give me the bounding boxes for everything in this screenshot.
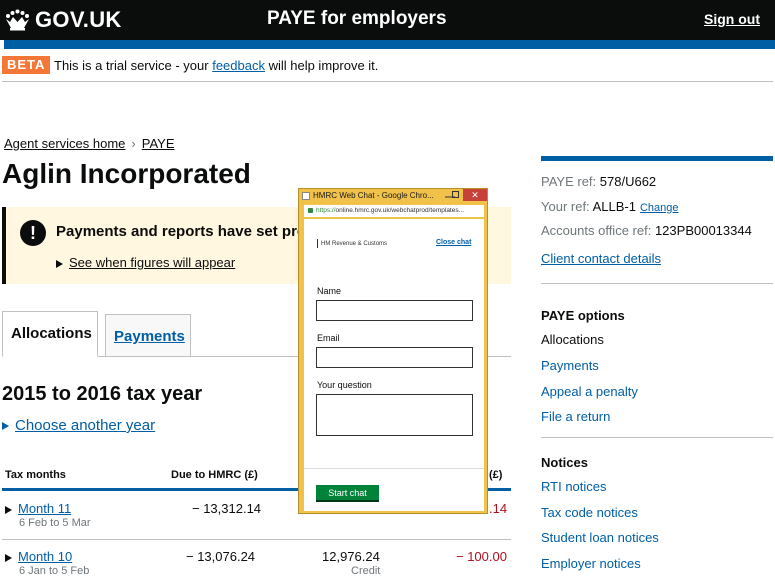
- sidebar-item-appeal-penalty[interactable]: Appeal a penalty: [541, 384, 638, 399]
- row-toggle[interactable]: Month 10: [5, 549, 72, 564]
- feedback-link[interactable]: feedback: [212, 58, 265, 73]
- sidebar-item-payments[interactable]: Payments: [541, 358, 599, 373]
- month-link[interactable]: Month 11: [18, 501, 71, 516]
- service-name[interactable]: PAYE for employers: [267, 8, 447, 30]
- your-ref: Your ref: ALLB-1 Change: [541, 199, 679, 214]
- paye-ref: PAYE ref: 578/U662: [541, 174, 657, 189]
- chevron-right-icon: ›: [131, 136, 136, 151]
- email-label: Email: [317, 333, 340, 343]
- breadcrumb-agent-services-home[interactable]: Agent services home: [4, 136, 125, 151]
- tab-allocations[interactable]: Allocations: [2, 311, 98, 357]
- name-field[interactable]: [316, 300, 473, 321]
- change-ref-link[interactable]: Change: [640, 202, 679, 214]
- month-link[interactable]: Month 10: [18, 549, 72, 564]
- choose-another-year-toggle[interactable]: Choose another year: [2, 417, 155, 434]
- email-field[interactable]: [316, 347, 473, 368]
- paid-amount: 12,976.24: [322, 549, 380, 564]
- web-chat-popup-window[interactable]: HMRC Web Chat - Google Chro... ✕ https:/…: [298, 188, 488, 514]
- sign-out-link[interactable]: Sign out: [704, 11, 760, 27]
- question-label: Your question: [317, 380, 372, 390]
- beta-banner-text: This is a trial service - your feedback …: [54, 58, 379, 73]
- breadcrumb: Agent services home › PAYE: [4, 136, 175, 151]
- sidebar-divider: [541, 437, 773, 438]
- row-divider: [2, 539, 511, 540]
- due-amount: − 13,312.14: [192, 501, 262, 516]
- popup-address-bar[interactable]: https://online.hmrc.gov.uk/webchatprod/t…: [304, 205, 484, 217]
- sidebar-item-rti-notices[interactable]: RTI notices: [541, 479, 607, 494]
- sidebar-item-tax-code-notices[interactable]: Tax code notices: [541, 505, 638, 520]
- page-title: Aglin Incorporated: [2, 158, 251, 189]
- sidebar-item-file-return[interactable]: File a return: [541, 409, 610, 424]
- table-header-tax-months: Tax months: [5, 469, 66, 481]
- start-chat-button[interactable]: Start chat: [316, 485, 379, 502]
- divider: [2, 81, 773, 82]
- notice-details-link[interactable]: See when figures will appear: [69, 255, 235, 270]
- header-accent-bar: [4, 40, 775, 49]
- close-chat-link[interactable]: Close chat: [436, 239, 471, 246]
- popup-window-title: HMRC Web Chat - Google Chro...: [313, 191, 434, 200]
- row-toggle[interactable]: Month 11: [5, 501, 71, 516]
- breadcrumb-paye[interactable]: PAYE: [142, 136, 175, 151]
- balance-amount: − 100.00: [456, 549, 507, 564]
- client-contact-details-link[interactable]: Client contact details: [541, 251, 661, 266]
- tax-year-heading: 2015 to 2016 tax year: [2, 383, 203, 405]
- sidebar-accent-bar: [541, 156, 773, 161]
- warning-icon: !: [20, 220, 46, 246]
- paid-credit-label: Credit: [351, 565, 381, 577]
- hmrc-logo: HM Revenue & Customs: [317, 239, 387, 248]
- notice-title: Payments and reports have set proc: [56, 223, 315, 240]
- accounts-office-ref: Accounts office ref: 123PB00013344: [541, 223, 752, 238]
- sidebar-item-student-loan-notices[interactable]: Student loan notices: [541, 530, 659, 545]
- table-header-balance: (£): [489, 469, 503, 481]
- question-field[interactable]: [316, 394, 473, 436]
- lock-icon: [308, 207, 313, 213]
- paye-options-heading: PAYE options: [541, 308, 625, 323]
- triangle-right-icon: [2, 422, 9, 431]
- sidebar-item-employer-notices[interactable]: Employer notices: [541, 556, 641, 571]
- triangle-right-icon: [5, 553, 12, 562]
- notice-details-toggle[interactable]: See when figures will appear: [56, 255, 235, 270]
- govuk-logo[interactable]: GOV.UK: [35, 7, 122, 33]
- beta-tag: BETA: [2, 56, 51, 74]
- close-window-icon[interactable]: ✕: [463, 189, 487, 201]
- govuk-header: GOV.UK PAYE for employers Sign out: [0, 0, 775, 40]
- chat-form: HM Revenue & Customs Close chat Name Ema…: [304, 219, 484, 511]
- table-header-due: Due to HMRC (£): [171, 469, 258, 481]
- sidebar-divider: [541, 283, 773, 284]
- tab-payments[interactable]: Payments: [105, 314, 191, 357]
- divider: [304, 468, 484, 469]
- due-amount: − 13,076.24: [186, 549, 256, 564]
- triangle-right-icon: [5, 505, 12, 514]
- popup-title-bar[interactable]: HMRC Web Chat - Google Chro... ✕: [299, 189, 487, 203]
- sidebar-item-allocations: Allocations: [541, 332, 604, 347]
- balance-amount: .14: [489, 501, 508, 516]
- triangle-right-icon: [56, 259, 63, 268]
- name-label: Name: [317, 286, 342, 296]
- maximize-icon[interactable]: [452, 191, 459, 198]
- choose-another-year-link[interactable]: Choose another year: [15, 417, 155, 434]
- app-icon: [302, 192, 310, 200]
- notices-heading: Notices: [541, 455, 588, 470]
- month-range: 6 Feb to 5 Mar: [19, 517, 91, 529]
- hmrc-crest-icon: [317, 239, 318, 248]
- crown-icon: [6, 9, 29, 31]
- month-range: 6 Jan to 5 Feb: [19, 565, 90, 577]
